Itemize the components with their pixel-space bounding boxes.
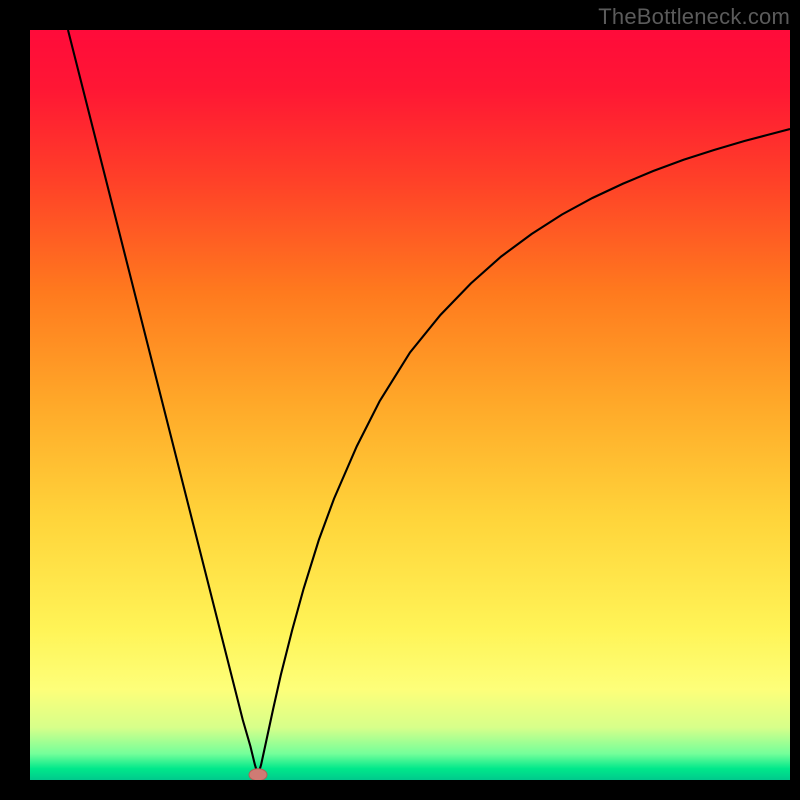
plot-background [30,30,790,780]
watermark-text: TheBottleneck.com [598,4,790,30]
bottleneck-chart [0,0,800,800]
min-point-marker [249,769,267,781]
chart-frame: TheBottleneck.com [0,0,800,800]
